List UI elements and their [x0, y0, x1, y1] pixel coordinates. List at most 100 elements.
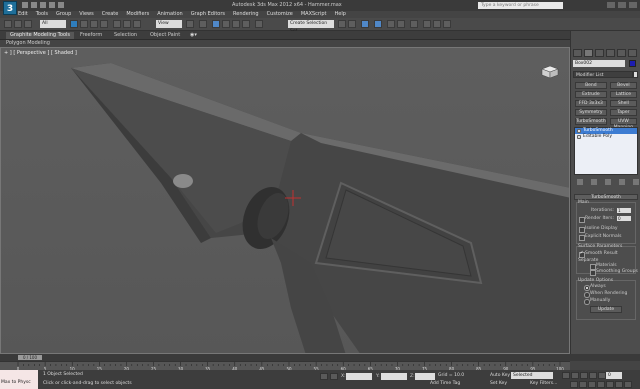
- go-to-end-icon[interactable]: [598, 372, 606, 379]
- lock-selection-icon[interactable]: [320, 373, 328, 380]
- help-search-input[interactable]: Type a keyword or phrase: [478, 2, 563, 9]
- tab-freeform[interactable]: Freeform: [76, 32, 106, 39]
- z-coord-field[interactable]: [415, 373, 435, 380]
- reference-coordinate-dropdown[interactable]: View: [156, 20, 182, 28]
- time-slider-thumb[interactable]: 0 / 100: [18, 355, 42, 360]
- next-frame-icon[interactable]: [589, 372, 597, 379]
- play-icon[interactable]: [580, 372, 588, 379]
- smooth-result-checkbox[interactable]: Smooth Result: [579, 250, 618, 258]
- track-bar[interactable]: 0 5 10 15 20 25 30 35 40 45 50 55 60 65 70 75 80 85 90 95 10…: [0, 361, 570, 371]
- window-crossing-icon[interactable]: [100, 20, 108, 28]
- open-icon[interactable]: [31, 2, 37, 8]
- menu-customize[interactable]: Customize: [267, 11, 293, 18]
- hierarchy-tab-icon[interactable]: [595, 49, 604, 57]
- show-end-result-icon[interactable]: [591, 179, 597, 185]
- ribbon-options-icon[interactable]: ◉▾: [186, 32, 201, 39]
- rendered-frame-icon[interactable]: [433, 20, 441, 28]
- select-by-name-icon[interactable]: [80, 20, 88, 28]
- render-iters-spinner[interactable]: 0: [617, 216, 631, 221]
- manually-radio[interactable]: Manually: [584, 298, 610, 305]
- select-manipulate-icon[interactable]: [199, 20, 207, 28]
- rotate-icon[interactable]: [123, 20, 131, 28]
- menu-modifiers[interactable]: Modifiers: [126, 11, 149, 18]
- iterations-spinner[interactable]: 1: [617, 208, 631, 213]
- close-icon[interactable]: [629, 2, 637, 8]
- undo-icon[interactable]: [4, 20, 12, 28]
- pan-icon[interactable]: [606, 381, 614, 388]
- schematic-view-icon[interactable]: [397, 20, 405, 28]
- viewport-label[interactable]: + ] [ Perspective ] [ Shaded ]: [4, 50, 77, 56]
- taper-button[interactable]: Taper: [609, 109, 637, 116]
- menu-views[interactable]: Views: [79, 11, 93, 18]
- symmetry-button[interactable]: Symmetry: [575, 109, 607, 116]
- mirror-icon[interactable]: [338, 20, 346, 28]
- uvw-mapping-button[interactable]: UVW Mapping Cle: [609, 118, 637, 136]
- display-tab-icon[interactable]: [617, 49, 626, 57]
- viewcube-icon[interactable]: [538, 65, 562, 79]
- extrude-button[interactable]: Extrude: [575, 91, 607, 98]
- zoom-all-icon[interactable]: [579, 381, 587, 388]
- stack-item-editable-poly[interactable]: Editable Poly: [575, 134, 637, 140]
- key-selection-dropdown[interactable]: Selected: [511, 372, 553, 379]
- render-iters-checkbox[interactable]: Render Iters:: [579, 216, 614, 223]
- undo-icon[interactable]: [49, 2, 55, 8]
- tab-object-paint[interactable]: Object Paint: [146, 32, 184, 39]
- menu-create[interactable]: Create: [102, 11, 119, 18]
- rectangular-selection-icon[interactable]: [90, 20, 98, 28]
- add-time-tag-button[interactable]: Add Time Tag: [430, 381, 460, 386]
- lightbulb-icon[interactable]: [577, 129, 581, 133]
- menu-graph-editors[interactable]: Graph Editors: [191, 11, 225, 18]
- configure-sets-icon[interactable]: [633, 179, 639, 185]
- key-filters-button[interactable]: Key Filters...: [530, 381, 557, 386]
- always-radio[interactable]: Always: [584, 284, 606, 291]
- object-name-field[interactable]: Box002: [573, 60, 625, 67]
- percent-snap-icon[interactable]: [232, 20, 240, 28]
- field-of-view-icon[interactable]: [597, 381, 605, 388]
- edit-named-selection-icon[interactable]: [255, 20, 263, 28]
- object-color-swatch[interactable]: [629, 60, 636, 67]
- menu-help[interactable]: Help: [335, 11, 346, 18]
- graphite-toggle-icon[interactable]: [374, 20, 382, 28]
- materials-checkbox[interactable]: Materials: [590, 263, 617, 270]
- snaps-toggle-icon[interactable]: [212, 20, 220, 28]
- pin-stack-icon[interactable]: [577, 179, 583, 185]
- maxscript-listener[interactable]: Max to Physc: [0, 370, 38, 389]
- update-button[interactable]: Update: [590, 306, 622, 313]
- app-logo-icon[interactable]: 3: [3, 1, 17, 15]
- shell-button[interactable]: Shell: [609, 100, 637, 107]
- bevel-button[interactable]: Bevel: [609, 82, 637, 89]
- render-production-icon[interactable]: [443, 20, 451, 28]
- orbit-icon[interactable]: [615, 381, 623, 388]
- save-icon[interactable]: [40, 2, 46, 8]
- ffd-button[interactable]: FFD 3x3x3: [575, 100, 607, 107]
- x-coord-field[interactable]: [346, 373, 372, 380]
- modifier-list-dropdown[interactable]: Modifier List: [573, 71, 633, 78]
- curve-editor-icon[interactable]: [387, 20, 395, 28]
- menu-tools[interactable]: Tools: [36, 11, 48, 18]
- make-unique-icon[interactable]: [605, 179, 611, 185]
- menu-maxscript[interactable]: MAXScript: [301, 11, 327, 18]
- select-link-icon[interactable]: [14, 20, 22, 28]
- material-editor-icon[interactable]: [410, 20, 418, 28]
- menu-rendering[interactable]: Rendering: [233, 11, 259, 18]
- render-setup-icon[interactable]: [423, 20, 431, 28]
- go-to-start-icon[interactable]: [562, 372, 570, 379]
- isoline-display-checkbox[interactable]: Isoline Display: [579, 226, 618, 233]
- select-object-icon[interactable]: [70, 20, 78, 28]
- tab-graphite-modeling-tools[interactable]: Graphite Modeling Tools: [6, 32, 75, 39]
- menu-animation[interactable]: Animation: [157, 11, 183, 18]
- explicit-normals-checkbox[interactable]: Explicit Normals: [579, 234, 621, 241]
- lattice-button[interactable]: Lattice: [609, 91, 637, 98]
- zoom-icon[interactable]: [570, 381, 578, 388]
- y-coord-field[interactable]: [381, 373, 407, 380]
- polygon-modeling-label[interactable]: Polygon Modeling: [6, 40, 50, 47]
- set-key-button[interactable]: Set Key: [490, 381, 507, 386]
- motion-tab-icon[interactable]: [606, 49, 615, 57]
- menu-edit[interactable]: Edit: [18, 11, 28, 18]
- time-slider[interactable]: 0 / 100: [0, 354, 640, 361]
- pivot-center-icon[interactable]: [186, 20, 194, 28]
- create-tab-icon[interactable]: [573, 49, 582, 57]
- spinner-snap-icon[interactable]: [242, 20, 250, 28]
- move-icon[interactable]: [113, 20, 121, 28]
- unlink-icon[interactable]: [24, 20, 32, 28]
